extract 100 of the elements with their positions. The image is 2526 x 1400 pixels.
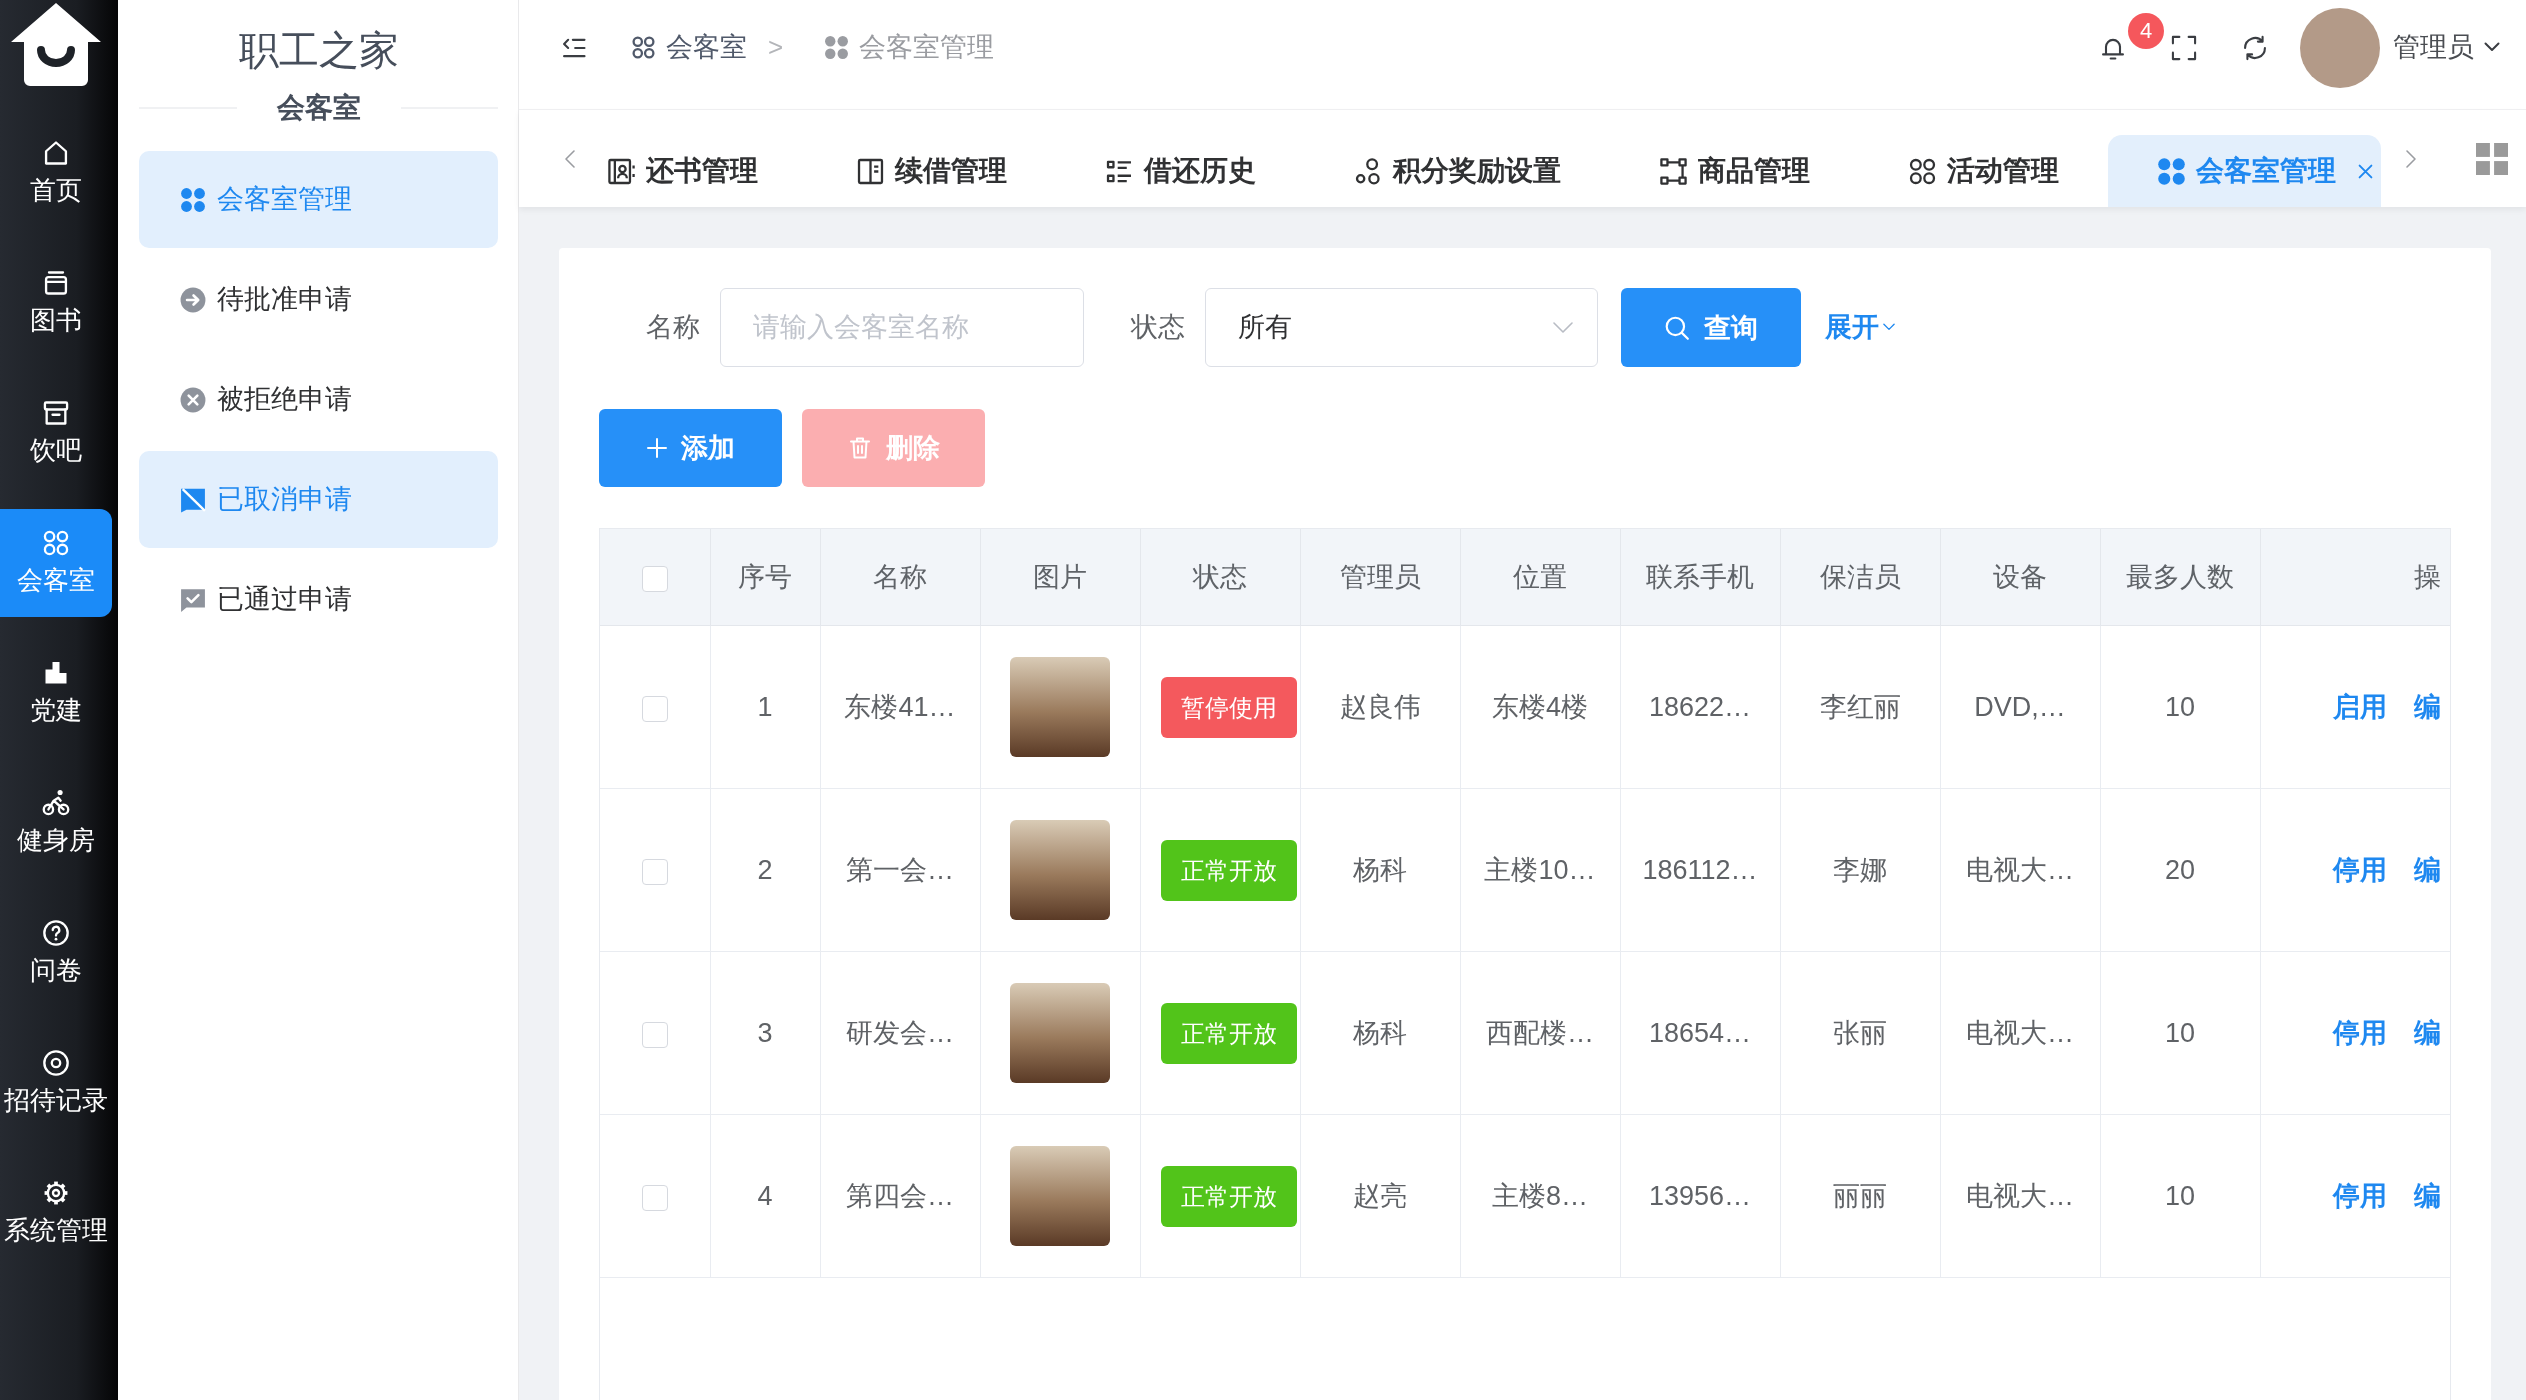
table-cell: 186112… [1620, 788, 1780, 952]
column-header: 图片 [980, 529, 1140, 626]
book-icon [42, 269, 70, 298]
plus-icon [646, 438, 667, 458]
four-rings-icon [42, 529, 70, 558]
status-tag: 正常开放 [1160, 1165, 1297, 1227]
checkbox[interactable] [641, 858, 668, 885]
table-cell: 李娜 [1780, 788, 1940, 952]
question-circle-icon [42, 919, 70, 948]
nav-item[interactable]: 健身房 [0, 769, 112, 877]
breadcrumb-separator: > [768, 31, 784, 64]
name-input[interactable]: 请输入会客室名称 [720, 288, 1084, 367]
chevron-down-icon [1883, 323, 1895, 332]
nav-item[interactable]: 问卷 [0, 899, 112, 1007]
menu-item[interactable]: 已通过申请 [139, 551, 498, 648]
table-cell: 2 [710, 788, 820, 952]
chevron-left-icon[interactable] [564, 147, 576, 170]
four-rings-icon [1908, 156, 1937, 186]
bicycle-icon [42, 789, 70, 818]
four-dots-icon [180, 186, 206, 213]
grid-icon[interactable] [2476, 142, 2508, 175]
column-header: 联系手机 [1620, 529, 1780, 626]
table-cell: 18654… [1620, 951, 1780, 1115]
archive-box-icon [42, 399, 70, 428]
table-cell: 10 [2100, 1114, 2260, 1278]
status-select[interactable]: 所有 [1205, 288, 1598, 367]
status-tag: 正常开放 [1160, 1002, 1297, 1064]
tab[interactable]: 还书管理 [591, 135, 807, 207]
table-cell: 西配楼… [1460, 951, 1620, 1115]
nav-item[interactable]: 招待记录 [0, 1029, 112, 1137]
table-cell: 3 [710, 951, 820, 1115]
expand-link[interactable]: 展开 [1825, 311, 1895, 344]
table-cell: 东楼4楼 [1460, 625, 1620, 789]
action-link[interactable]: 编 [2414, 1017, 2441, 1048]
table-cell: 13956… [1620, 1114, 1780, 1278]
tab[interactable]: 活动管理 [1859, 135, 2108, 207]
close-circle-icon [180, 386, 206, 413]
column-header: 操 [2260, 529, 2450, 626]
table-cell: 10 [2100, 951, 2260, 1115]
menu-item[interactable]: 被拒绝申请 [139, 351, 498, 448]
menu-item[interactable]: 待批准申请 [139, 251, 498, 348]
table-cell: 主楼8… [1460, 1114, 1620, 1278]
nav-item[interactable]: 饮吧 [0, 379, 112, 487]
table-cell: 1 [710, 625, 820, 789]
column-header: 序号 [710, 529, 820, 626]
house-logo-icon[interactable] [10, 2, 102, 86]
table-cell: 杨科 [1300, 951, 1460, 1115]
refresh-icon[interactable] [2241, 33, 2269, 62]
table-cell: 李红丽 [1780, 625, 1940, 789]
table-cell: 主楼10… [1460, 788, 1620, 952]
tab[interactable]: 商品管理 [1610, 135, 1859, 207]
slashed-flag-icon [180, 486, 206, 513]
chevron-down-icon [1553, 321, 1573, 334]
column-header: 设备 [1940, 529, 2100, 626]
column-header: 管理员 [1300, 529, 1460, 626]
status-tag: 正常开放 [1160, 839, 1297, 901]
checkbox[interactable] [641, 1021, 668, 1048]
chevron-right-icon[interactable] [2405, 147, 2417, 170]
close-icon[interactable] [2358, 163, 2373, 179]
checkbox[interactable] [641, 565, 668, 592]
tab[interactable]: 借还历史 [1056, 135, 1305, 207]
action-link[interactable]: 编 [2414, 691, 2441, 722]
tab[interactable]: 续借管理 [807, 135, 1056, 207]
action-link[interactable]: 停用 [2333, 854, 2387, 885]
checkbox[interactable] [641, 1184, 668, 1211]
action-link[interactable]: 停用 [2333, 1017, 2387, 1048]
column-header: 状态 [1140, 529, 1300, 626]
checkbox[interactable] [641, 695, 668, 722]
nav-item[interactable]: 首页 [0, 119, 112, 227]
arrow-circle-icon [180, 286, 206, 313]
tab[interactable]: 积分奖励设置 [1305, 135, 1610, 207]
nav-item[interactable]: 系统管理 [0, 1159, 112, 1267]
table-cell: 18622… [1620, 625, 1780, 789]
fullscreen-icon[interactable] [2170, 33, 2198, 62]
four-dots-icon [2157, 156, 2186, 186]
column-header: 名称 [820, 529, 980, 626]
nav-item[interactable]: 党建 [0, 639, 112, 747]
user-menu[interactable]: 管理员 [2393, 31, 2500, 64]
section-title: 会客室 [276, 91, 361, 125]
breadcrumb-link[interactable]: 会客室 [631, 31, 747, 64]
home-icon [42, 139, 70, 168]
status-tag: 暂停使用 [1160, 676, 1297, 738]
table-cell: 丽丽 [1780, 1114, 1940, 1278]
search-icon [1664, 314, 1690, 341]
app-title: 职工之家 [237, 27, 400, 74]
table-cell: 东楼41… [820, 625, 980, 789]
table-cell: 杨科 [1300, 788, 1460, 952]
action-link[interactable]: 编 [2414, 1180, 2441, 1211]
circles-icon [1354, 156, 1383, 186]
table-cell: 电视大… [1940, 788, 2100, 952]
nav-item[interactable]: 图书 [0, 249, 112, 357]
four-rings-icon [631, 35, 656, 60]
table-cell: 4 [710, 1114, 820, 1278]
column-header: 位置 [1460, 529, 1620, 626]
action-link[interactable]: 启用 [2333, 691, 2387, 722]
action-link[interactable]: 编 [2414, 854, 2441, 885]
table-cell: 张丽 [1780, 951, 1940, 1115]
panel-icon [856, 156, 885, 186]
table-cell: 10 [2100, 625, 2260, 789]
action-link[interactable]: 停用 [2333, 1180, 2387, 1211]
